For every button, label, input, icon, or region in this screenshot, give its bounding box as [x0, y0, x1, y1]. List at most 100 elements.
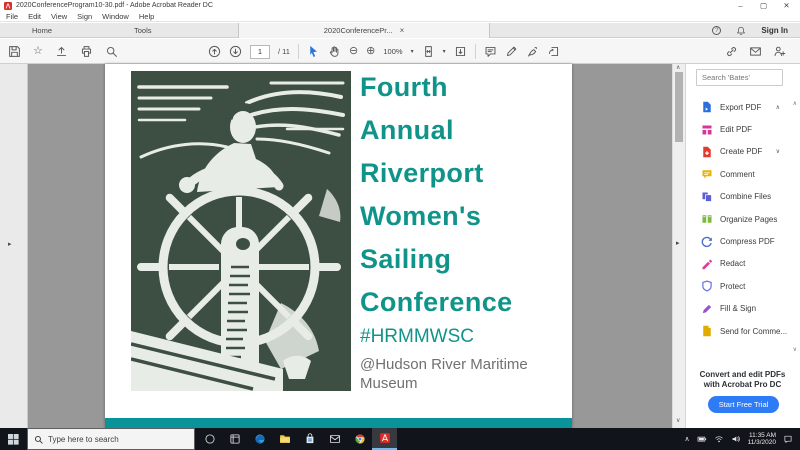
fit-page-icon[interactable] — [422, 45, 435, 58]
expand-left-panel-icon[interactable]: ▸ — [8, 240, 12, 248]
sidebar-item-create-pdf[interactable]: Create PDF ∨ — [686, 141, 794, 163]
chevron-down-icon[interactable]: ∨ — [776, 148, 780, 155]
search-icon — [34, 435, 43, 444]
tab-close-icon[interactable]: × — [400, 26, 405, 35]
fill-sign-icon — [701, 303, 713, 315]
minimize-button[interactable]: – — [729, 0, 752, 11]
share-link-icon[interactable] — [725, 45, 738, 58]
file-explorer-icon[interactable] — [272, 428, 297, 450]
hidden-icons-chevron[interactable]: ∧ — [684, 435, 689, 443]
zoom-level-label[interactable]: 100% — [383, 47, 402, 56]
star-icon[interactable]: ☆ — [33, 45, 43, 58]
taskbar-clock[interactable]: 11:35 AM 11/3/2020 — [748, 432, 776, 447]
microsoft-store-icon[interactable] — [297, 428, 322, 450]
maximize-button[interactable]: ▢ — [752, 0, 775, 11]
scroll-up-icon[interactable]: ∧ — [676, 65, 680, 71]
tool-list: Export PDF ∧ Edit PDF Create PDF ∨ Comme… — [686, 96, 794, 342]
sidebar-item-comment[interactable]: Comment — [686, 163, 794, 185]
previous-page-icon[interactable] — [208, 45, 221, 58]
sidebar-item-organize-pages[interactable]: Organize Pages — [686, 208, 794, 230]
pencil-tool-icon[interactable] — [505, 45, 518, 58]
action-center-icon[interactable] — [783, 434, 793, 444]
start-free-trial-button[interactable]: Start Free Trial — [708, 396, 779, 413]
window-title: 2020ConferenceProgram10-30.pdf - Adobe A… — [16, 2, 213, 9]
send-comments-icon — [701, 325, 713, 337]
menu-file[interactable]: File — [6, 12, 18, 21]
hand-tool-icon[interactable] — [328, 45, 341, 58]
sidebar-item-send-for-comments[interactable]: Send for Comme... — [686, 320, 794, 342]
comment-tool-icon[interactable] — [484, 45, 497, 58]
menu-window[interactable]: Window — [102, 12, 129, 21]
navigation-pane-rail[interactable]: ▸ — [0, 64, 28, 428]
fit-width-icon[interactable] — [454, 45, 467, 58]
search-icon[interactable] — [105, 45, 118, 58]
edge-icon[interactable] — [247, 428, 272, 450]
clock-time: 11:35 AM — [748, 432, 776, 440]
sidebar-item-export-pdf[interactable]: Export PDF ∧ — [686, 96, 794, 118]
notifications-bell-icon[interactable] — [736, 26, 746, 36]
task-view-icon[interactable] — [222, 428, 247, 450]
email-icon[interactable] — [749, 45, 762, 58]
sidebar-scroll-down-icon[interactable]: ∨ — [793, 346, 797, 353]
scrollbar-thumb[interactable] — [675, 72, 683, 142]
sidebar-scroll-up-icon[interactable]: ∧ — [793, 100, 797, 107]
tab-document-label: 2020ConferencePr... — [324, 26, 393, 35]
send-share-icon[interactable] — [547, 45, 560, 58]
help-icon[interactable]: ? — [712, 26, 721, 35]
tab-document[interactable]: 2020ConferencePr... × — [238, 23, 490, 38]
page-number-input[interactable] — [250, 45, 270, 59]
save-icon[interactable] — [8, 45, 21, 58]
acrobat-reader-taskbar-icon[interactable] — [372, 428, 397, 450]
sidebar-search-input[interactable] — [696, 69, 783, 86]
next-page-icon[interactable] — [229, 45, 242, 58]
collapse-right-panel-icon[interactable]: ▸ — [676, 239, 680, 247]
zoom-caret-icon[interactable]: ▾ — [411, 48, 414, 55]
start-button[interactable] — [0, 428, 27, 450]
windows-taskbar: Type here to search ∧ 11:35 AM 11/3/2020 — [0, 428, 800, 450]
tab-tools[interactable]: Tools — [134, 23, 152, 38]
wifi-icon[interactable] — [714, 434, 724, 444]
create-pdf-icon — [701, 146, 713, 158]
poster-location: @Hudson River Maritime Museum — [360, 355, 528, 393]
combine-files-icon — [701, 191, 713, 203]
poster-hashtag: #HRMMWSC — [360, 326, 474, 348]
chrome-icon[interactable] — [347, 428, 372, 450]
chevron-up-icon[interactable]: ∧ — [776, 104, 780, 111]
share-upload-icon[interactable] — [55, 45, 68, 58]
print-icon[interactable] — [80, 45, 93, 58]
scroll-down-icon[interactable]: ∨ — [676, 418, 680, 424]
battery-icon[interactable] — [697, 434, 707, 444]
document-area: ▸ — [0, 64, 800, 428]
sidebar-item-compress-pdf[interactable]: Compress PDF — [686, 230, 794, 252]
close-button[interactable]: ✕ — [775, 0, 798, 11]
menu-help[interactable]: Help — [139, 12, 154, 21]
menu-view[interactable]: View — [51, 12, 67, 21]
sign-in-button[interactable]: Sign In — [761, 26, 788, 35]
clock-date: 11/3/2020 — [748, 439, 776, 447]
sidebar-item-redact[interactable]: Redact — [686, 253, 794, 275]
taskbar-search-box[interactable]: Type here to search — [27, 428, 195, 450]
sidebar-item-protect[interactable]: Protect — [686, 275, 794, 297]
tab-home[interactable]: Home — [32, 23, 52, 38]
comment-icon — [701, 168, 713, 180]
edit-pdf-icon — [701, 124, 713, 136]
poster-title-line: Fourth — [360, 66, 513, 109]
menu-sign[interactable]: Sign — [77, 12, 92, 21]
sidebar-item-combine-files[interactable]: Combine Files — [686, 186, 794, 208]
sign-tool-icon[interactable] — [526, 45, 539, 58]
add-person-icon[interactable] — [773, 45, 786, 58]
zoom-in-icon[interactable]: ⊕ — [366, 45, 375, 58]
mail-icon[interactable] — [322, 428, 347, 450]
poster-title-line: Women's — [360, 195, 513, 238]
sidebar-item-edit-pdf[interactable]: Edit PDF — [686, 118, 794, 140]
fit-caret-icon[interactable]: ▾ — [443, 48, 446, 55]
document-scrollbar[interactable]: ∧ ▸ ∨ — [672, 64, 685, 428]
select-tool-icon[interactable] — [307, 45, 320, 58]
speaker-icon[interactable] — [731, 434, 741, 444]
sidebar-item-fill-sign[interactable]: Fill & Sign — [686, 298, 794, 320]
compress-pdf-icon — [701, 236, 713, 248]
cortana-icon[interactable] — [197, 428, 222, 450]
zoom-out-icon[interactable]: ⊖ — [349, 45, 358, 58]
acrobat-logo-icon — [4, 2, 12, 10]
menu-edit[interactable]: Edit — [28, 12, 41, 21]
